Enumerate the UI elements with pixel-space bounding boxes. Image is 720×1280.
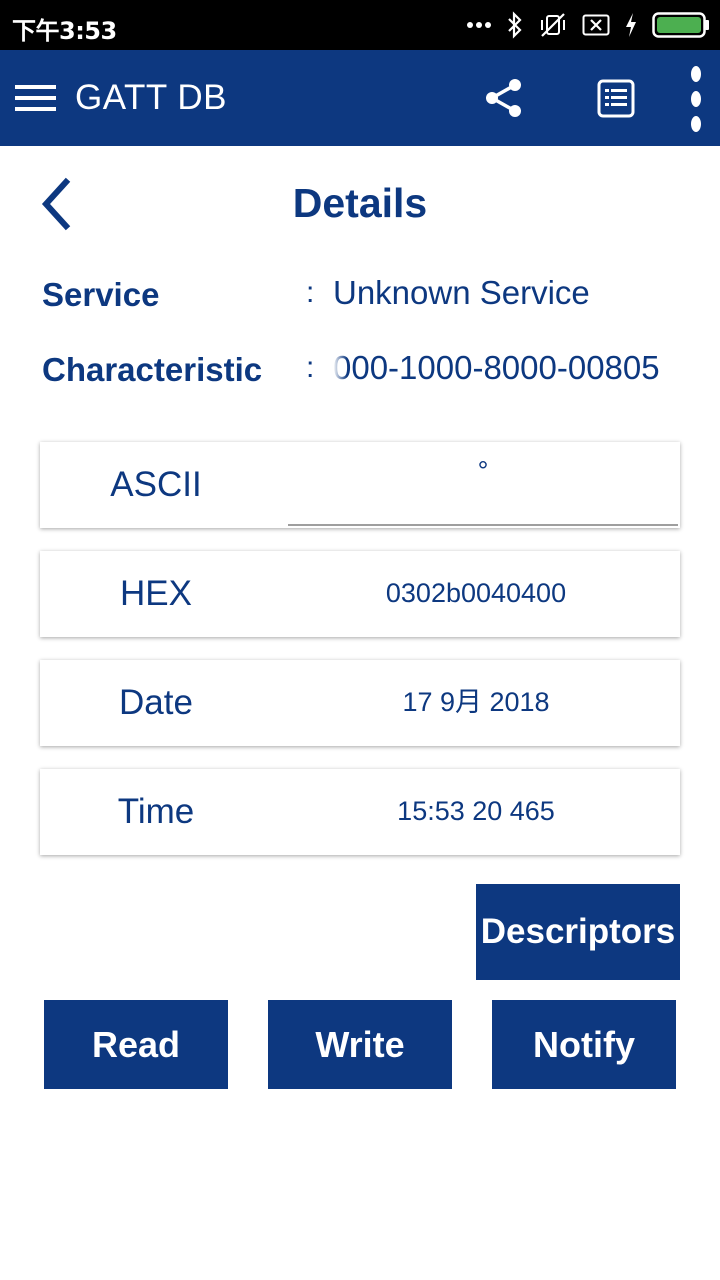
overflow-menu-button[interactable] (684, 64, 708, 134)
sim-x-icon (582, 14, 610, 36)
ascii-label: ASCII (110, 465, 202, 504)
share-button[interactable] (482, 76, 526, 120)
battery-icon (652, 12, 710, 38)
log-button[interactable] (596, 76, 636, 120)
service-value: Unknown Service (333, 274, 590, 311)
dots-icon (466, 21, 492, 29)
time-label: Time (117, 792, 195, 831)
ascii-card: ASCII (40, 442, 680, 528)
notify-button[interactable]: Notify (492, 1000, 676, 1089)
list-icon (597, 79, 635, 118)
hex-label: HEX (120, 574, 192, 613)
characteristic-label: Characteristic (42, 351, 263, 388)
service-label: Service (42, 276, 160, 313)
characteristic-value: 000-1000-8000-00805 (333, 349, 660, 386)
hex-card: HEX 0302b0040400 (40, 551, 680, 637)
charging-icon (624, 12, 638, 38)
date-card: Date 17 9月 2018 (40, 660, 680, 746)
share-icon (486, 79, 521, 117)
app-title: GATT DB (75, 78, 227, 117)
characteristic-fade-left (333, 348, 347, 392)
app-bar: GATT DB (0, 50, 720, 146)
characteristic-colon: : (306, 351, 315, 384)
status-bar: 下午3:53 (0, 0, 720, 50)
status-time: 下午3:53 (12, 17, 117, 45)
ascii-input[interactable] (288, 442, 678, 526)
menu-icon (15, 85, 56, 111)
status-icons (466, 9, 710, 41)
page-title: Details (292, 180, 428, 226)
date-value: 17 9月 2018 (402, 687, 550, 717)
date-label: Date (119, 683, 193, 722)
vibrate-off-icon (538, 11, 568, 39)
more-vert-icon (691, 66, 701, 132)
service-colon: : (306, 276, 315, 309)
hex-value: 0302b0040400 (385, 578, 567, 608)
write-button[interactable]: Write (268, 1000, 452, 1089)
characteristic-fade-right (660, 348, 682, 392)
descriptors-button[interactable]: Descriptors (476, 884, 680, 980)
read-button[interactable]: Read (44, 1000, 228, 1089)
time-card: Time 15:53 20 465 (40, 769, 680, 855)
bluetooth-icon (506, 11, 524, 39)
menu-button[interactable] (14, 78, 58, 118)
time-value: 15:53 20 465 (397, 796, 555, 826)
